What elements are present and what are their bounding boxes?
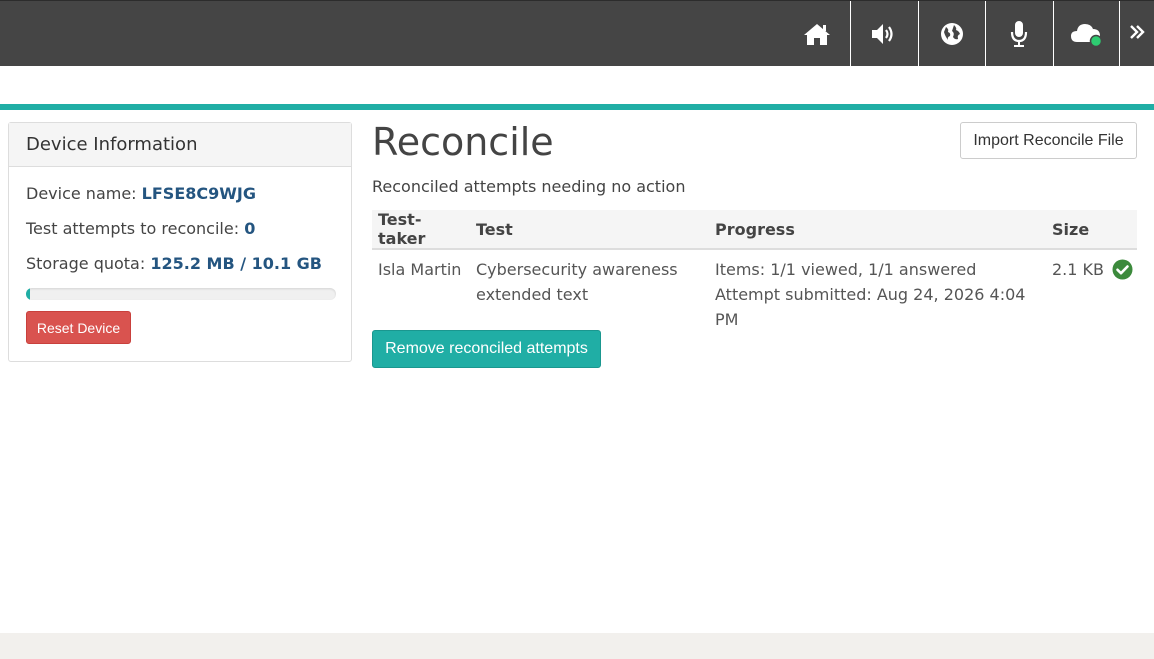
test-cell: Cybersecurity awareness extended text <box>470 249 709 332</box>
double-chevron-right-icon <box>1128 23 1146 45</box>
reconciled-attempts-table: Test-taker Test Progress Size Isla Marti… <box>372 210 1137 332</box>
audio-button[interactable] <box>850 1 917 67</box>
cloud-icon <box>1070 20 1104 48</box>
attempts-row: Test attempts to reconcile: 0 <box>26 219 255 238</box>
remove-reconciled-attempts-button[interactable]: Remove reconciled attempts <box>372 330 601 368</box>
size-cell: 2.1 KB <box>1046 249 1137 332</box>
microphone-icon <box>1009 20 1029 48</box>
column-header-test: Test <box>470 210 709 250</box>
reset-device-button[interactable]: Reset Device <box>26 311 131 344</box>
top-toolbar <box>0 0 1154 67</box>
home-icon <box>803 22 831 46</box>
storage-value: 125.2 MB / 10.1 GB <box>150 254 322 273</box>
test-name-line-1: Cybersecurity awareness <box>476 260 678 279</box>
attempts-label: Test attempts to reconcile: <box>26 219 240 238</box>
cloud-sync-button[interactable] <box>1053 1 1120 67</box>
test-name-line-2: extended text <box>476 285 589 304</box>
device-name-value: LFSE8C9WJG <box>141 184 256 203</box>
microphone-button[interactable] <box>985 1 1052 67</box>
language-button[interactable] <box>918 1 985 67</box>
device-name-label: Device name: <box>26 184 137 203</box>
volume-icon <box>870 22 898 46</box>
globe-icon <box>939 21 965 47</box>
progress-submitted: Attempt submitted: Aug 24, 2026 4:04 PM <box>715 285 1026 329</box>
check-circle-icon <box>1112 259 1133 287</box>
test-taker-cell: Isla Martin <box>378 260 462 279</box>
footer-bar <box>0 633 1154 659</box>
storage-progress-bar <box>26 288 336 300</box>
import-reconcile-file-button[interactable]: Import Reconcile File <box>960 122 1137 159</box>
page-title: Reconcile <box>372 120 554 164</box>
device-information-panel: Device Information Device name: LFSE8C9W… <box>8 122 352 362</box>
home-button[interactable] <box>783 1 850 67</box>
column-header-progress: Progress <box>709 210 1046 250</box>
section-subtitle: Reconciled attempts needing no action <box>372 177 686 196</box>
panel-title: Device Information <box>9 123 351 167</box>
storage-progress-fill <box>26 288 30 300</box>
device-name-row: Device name: LFSE8C9WJG <box>26 184 256 203</box>
storage-label: Storage quota: <box>26 254 146 273</box>
attempts-count: 0 <box>244 219 256 238</box>
more-button[interactable] <box>1119 1 1154 67</box>
table-row: Isla Martin Cybersecurity awareness exte… <box>372 249 1137 332</box>
accent-divider <box>0 104 1154 110</box>
storage-row: Storage quota: 125.2 MB / 10.1 GB <box>26 254 322 273</box>
size-value: 2.1 KB <box>1052 260 1104 279</box>
progress-cell: Items: 1/1 viewed, 1/1 answered Attempt … <box>709 249 1046 332</box>
column-header-test-taker: Test-taker <box>372 210 470 250</box>
table-header-row: Test-taker Test Progress Size <box>372 210 1137 250</box>
progress-items: Items: 1/1 viewed, 1/1 answered <box>715 260 977 279</box>
column-header-size: Size <box>1046 210 1137 250</box>
